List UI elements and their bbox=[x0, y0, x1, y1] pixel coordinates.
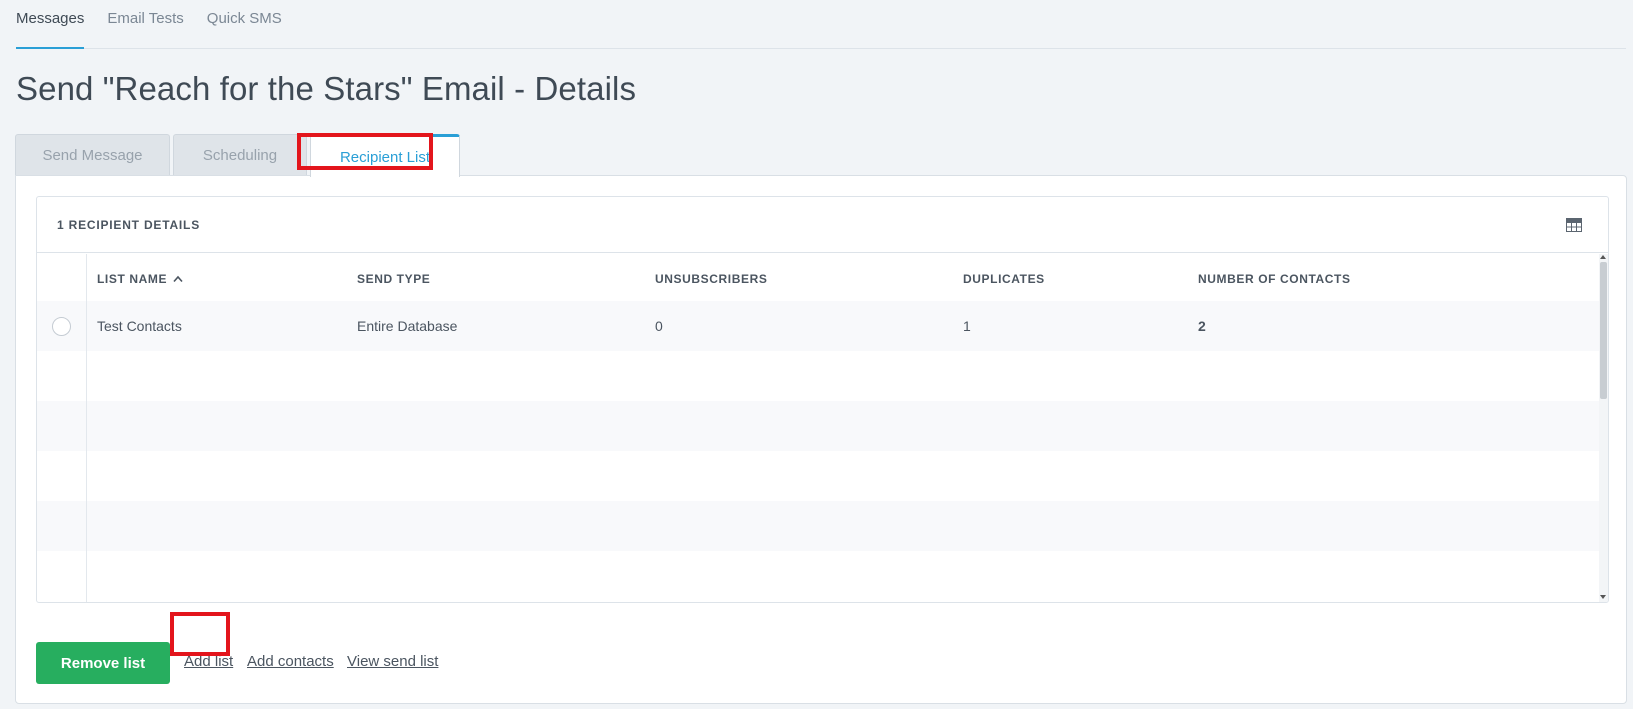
page-title: Send "Reach for the Stars" Email - Detai… bbox=[16, 70, 637, 107]
empty-row bbox=[37, 451, 1599, 501]
tooltip-pointer bbox=[189, 578, 201, 584]
table-header-row: LIST NAME SEND TYPE UNSUBSCRIBERS DUPLIC… bbox=[37, 254, 1599, 304]
remove-list-button[interactable]: Remove list bbox=[36, 642, 170, 684]
column-header-unsubscribers[interactable]: UNSUBSCRIBERS bbox=[655, 254, 767, 304]
selection-column bbox=[37, 254, 87, 602]
recipient-details-card: 1 RECIPIENT DETAILS LIST NAME SEND TYPE … bbox=[36, 196, 1609, 603]
empty-row bbox=[37, 501, 1599, 551]
column-header-list-name[interactable]: LIST NAME bbox=[97, 254, 183, 304]
scroll-down-arrow[interactable] bbox=[1600, 595, 1606, 599]
view-send-list-link[interactable]: View send list bbox=[347, 652, 438, 672]
recipient-list-panel: 1 RECIPIENT DETAILS LIST NAME SEND TYPE … bbox=[15, 175, 1627, 704]
tab-recipient-list[interactable]: Recipient List bbox=[310, 134, 460, 177]
scroll-up-arrow[interactable] bbox=[1600, 255, 1606, 259]
add-contacts-link[interactable]: Add contacts bbox=[247, 652, 334, 672]
nav-quick-sms[interactable]: Quick SMS bbox=[207, 9, 282, 48]
card-header: 1 RECIPIENT DETAILS bbox=[37, 197, 1608, 253]
cell-duplicates: 1 bbox=[963, 318, 971, 334]
table-scrollbar[interactable] bbox=[1599, 254, 1608, 602]
chevron-up-icon bbox=[173, 275, 183, 283]
nav-email-tests[interactable]: Email Tests bbox=[107, 9, 183, 48]
tab-send-message[interactable]: Send Message bbox=[15, 134, 170, 176]
empty-row bbox=[37, 351, 1599, 401]
cell-list-name: Test Contacts bbox=[97, 318, 182, 334]
top-navigation: Messages Email Tests Quick SMS bbox=[16, 0, 1626, 49]
cell-unsubscribers: 0 bbox=[655, 318, 663, 334]
table-row[interactable]: Test Contacts Entire Database 0 1 2 bbox=[37, 301, 1599, 351]
tab-scheduling[interactable]: Scheduling bbox=[173, 134, 307, 176]
column-header-label: LIST NAME bbox=[97, 272, 168, 286]
column-header-send-type[interactable]: SEND TYPE bbox=[357, 254, 430, 304]
column-header-number-of-contacts[interactable]: NUMBER OF CONTACTS bbox=[1198, 254, 1351, 304]
detail-tabs: Send Message Scheduling Recipient List bbox=[15, 134, 463, 177]
add-list-link[interactable]: Add list bbox=[184, 652, 233, 672]
empty-row bbox=[37, 401, 1599, 451]
cell-send-type: Entire Database bbox=[357, 318, 458, 334]
empty-row bbox=[37, 551, 1599, 601]
scrollbar-thumb[interactable] bbox=[1600, 262, 1607, 399]
recipient-table: LIST NAME SEND TYPE UNSUBSCRIBERS DUPLIC… bbox=[37, 254, 1599, 602]
grid-view-icon[interactable] bbox=[1566, 218, 1582, 232]
card-title: 1 RECIPIENT DETAILS bbox=[57, 217, 200, 232]
cell-number-of-contacts: 2 bbox=[1198, 318, 1206, 334]
nav-messages[interactable]: Messages bbox=[16, 9, 85, 49]
column-header-duplicates[interactable]: DUPLICATES bbox=[963, 254, 1045, 304]
